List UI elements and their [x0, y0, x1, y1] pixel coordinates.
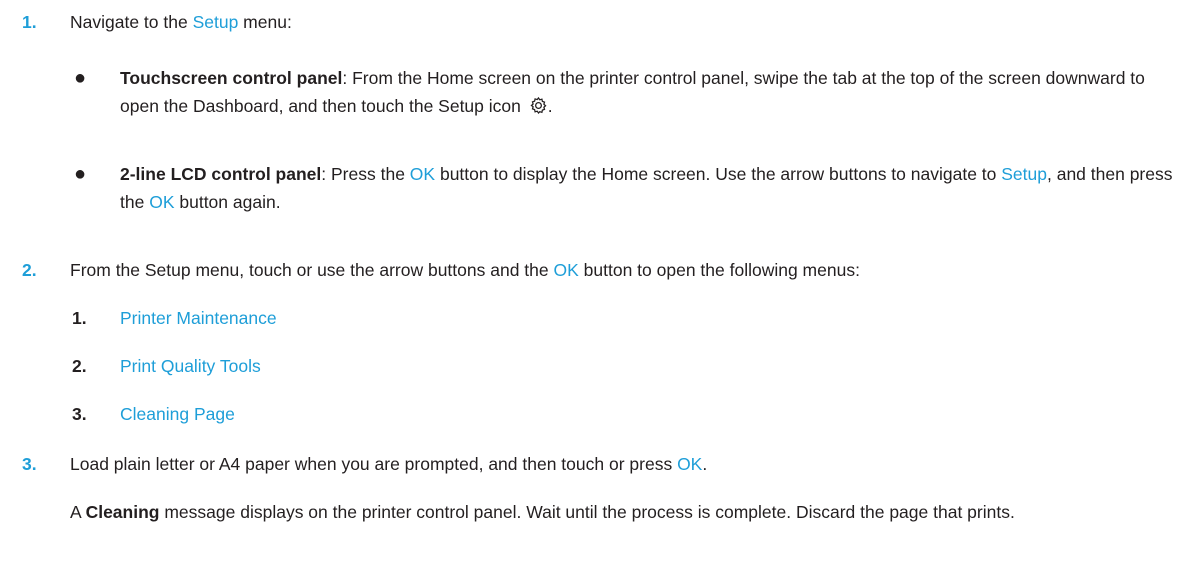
- submenu-link-cleaning-page[interactable]: Cleaning Page: [120, 400, 235, 428]
- ok-link[interactable]: OK: [553, 260, 578, 280]
- cleaning-label: Cleaning: [85, 502, 160, 522]
- bullet-icon: ●: [74, 163, 87, 185]
- step-text: Load plain letter or A4 paper when you a…: [70, 454, 708, 474]
- bullet-text: Touchscreen control panel: From the Home…: [120, 68, 1145, 116]
- submenu-number: 2.: [72, 356, 87, 376]
- submenu-number: 1.: [72, 308, 87, 328]
- step-text: From the Setup menu, touch or use the ar…: [70, 260, 860, 280]
- step-number: 1.: [22, 12, 37, 32]
- ok-link[interactable]: OK: [410, 164, 435, 184]
- bullet-icon: ●: [74, 67, 87, 89]
- setup-link[interactable]: Setup: [193, 12, 239, 32]
- submenu-number: 3.: [72, 404, 87, 424]
- note-text: A Cleaning message displays on the print…: [70, 502, 1015, 522]
- submenu-link-print-quality-tools[interactable]: Print Quality Tools: [120, 352, 261, 380]
- ok-link[interactable]: OK: [677, 454, 702, 474]
- step-number: 2.: [22, 260, 37, 280]
- ok-link[interactable]: OK: [149, 192, 174, 212]
- setup-link[interactable]: Setup: [1001, 164, 1047, 184]
- gear-icon: [530, 96, 547, 115]
- submenu-link-printer-maintenance[interactable]: Printer Maintenance: [120, 304, 277, 332]
- step-text: Navigate to the Setup menu:: [70, 12, 292, 32]
- bullet-text: 2-line LCD control panel: Press the OK b…: [120, 164, 1173, 212]
- step-number: 3.: [22, 454, 37, 474]
